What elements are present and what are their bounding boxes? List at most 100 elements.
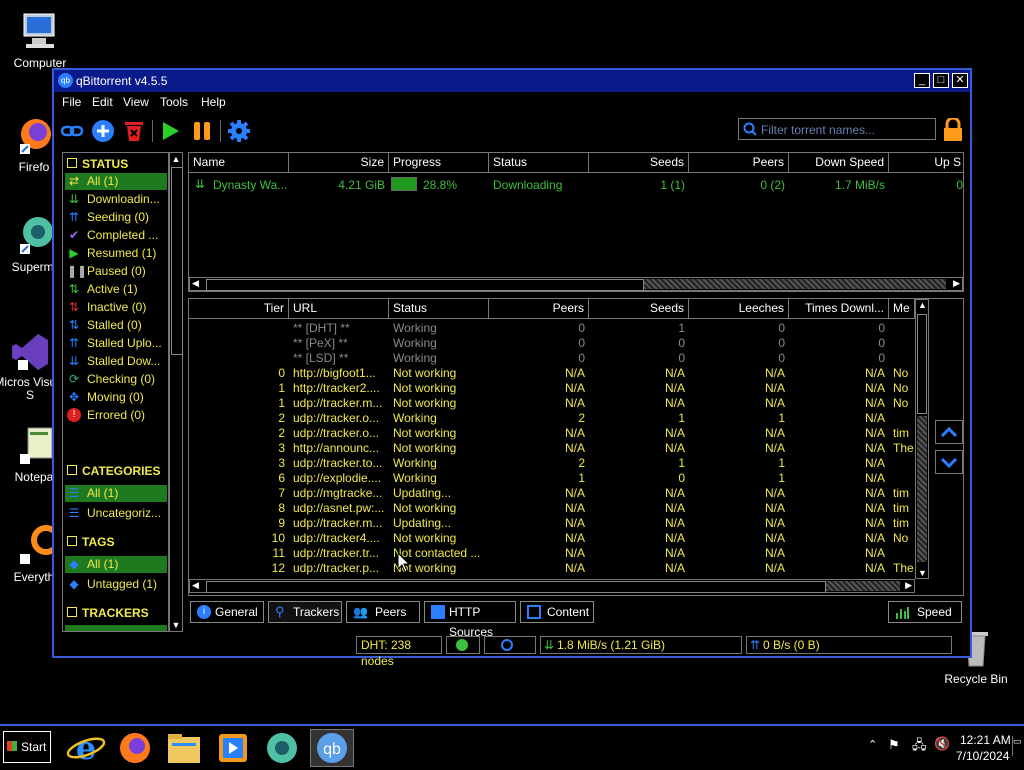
column-header-size[interactable]: Size — [289, 153, 389, 173]
connection-status[interactable] — [446, 636, 480, 654]
show-desktop-button[interactable]: ▭ — [1012, 736, 1023, 756]
menu-view[interactable]: View — [123, 95, 149, 109]
column-header-message[interactable]: Me — [889, 299, 915, 319]
status-section-header[interactable]: STATUS — [67, 157, 128, 171]
scroll-up-arrow-icon[interactable]: ▲ — [918, 300, 927, 310]
torrent-list-hscrollbar[interactable]: ◀ ▶ — [189, 277, 963, 291]
status-filter-completed[interactable]: ✔ Completed ... — [65, 227, 167, 244]
sidebar-scrollbar[interactable]: ▲ ▼ — [169, 152, 183, 632]
taskbar-internet-explorer[interactable]: e — [64, 729, 108, 767]
resume-icon[interactable] — [158, 119, 182, 143]
options-gear-icon[interactable] — [227, 119, 251, 143]
taskbar-firefox[interactable] — [113, 729, 157, 767]
status-filter-moving[interactable]: ✥ Moving (0) — [65, 389, 167, 406]
tracker-row[interactable]: ** [DHT] ** Working 0 1 0 0 — [189, 321, 915, 336]
tracker-row[interactable]: 11 udp://tracker.tr... Not contacted ... N/… — [189, 546, 915, 561]
scroll-track[interactable] — [826, 581, 900, 591]
download-speed-status[interactable]: ⇊ 1.8 MiB/s (1.21 GiB) — [540, 636, 742, 654]
scroll-right-arrow-icon[interactable]: ▶ — [905, 580, 912, 591]
maximize-button[interactable]: □ — [933, 73, 949, 88]
alt-speed-toggle[interactable] — [484, 636, 536, 654]
tab-peers[interactable]: 👥 Peers — [346, 601, 420, 623]
status-filter-all[interactable]: ⇄ All (1) — [65, 173, 167, 190]
add-link-icon[interactable] — [60, 119, 84, 143]
tracker-row[interactable]: ** [LSD] ** Working 0 0 0 0 — [189, 351, 915, 366]
lock-icon[interactable] — [942, 118, 964, 142]
tab-trackers[interactable]: ⚲ Trackers — [268, 601, 342, 623]
scroll-down-arrow-icon[interactable]: ▼ — [918, 568, 927, 578]
menu-tools[interactable]: Tools — [160, 95, 188, 109]
start-button[interactable]: Start — [3, 731, 51, 763]
tracker-row[interactable]: 1 udp://tracker.m... Not working N/A N/A N/A N… — [189, 396, 915, 411]
clock-time[interactable]: 12:21 AM — [960, 733, 1011, 747]
status-filter-stalled-downloading[interactable]: ⇊ Stalled Dow... — [65, 353, 167, 370]
network-icon[interactable]: 🖧 — [912, 736, 927, 758]
tracker-row[interactable]: 7 udp://mgtracke... Updating... N/A N/A N/A N/… — [189, 486, 915, 501]
column-header-tier[interactable]: Tier — [189, 299, 289, 319]
status-filter-errored[interactable]: ! Errored (0) — [65, 407, 167, 424]
column-header-peers[interactable]: Peers — [489, 299, 589, 319]
taskbar-file-explorer[interactable] — [162, 729, 206, 767]
tab-general[interactable]: i General — [190, 601, 264, 623]
trackers-section-header[interactable]: TRACKERS — [67, 606, 149, 620]
category-filter-uncategorized[interactable]: ☰ Uncategoriz... — [65, 505, 167, 522]
upload-speed-status[interactable]: ⇈ 0 B/s (0 B) — [746, 636, 952, 654]
tracker-row[interactable]: 3 udp://tracker.to... Working 2 1 1 N/A — [189, 456, 915, 471]
tab-speed[interactable]: Speed — [888, 601, 962, 623]
column-header-name[interactable]: Name — [189, 153, 289, 173]
column-header-peers[interactable]: Peers — [689, 153, 789, 173]
tracker-row[interactable]: 0 http://bigfoot1... Not working N/A N/A N/A N… — [189, 366, 915, 381]
torrent-row[interactable]: ⇊ Dynasty Wa... 4.21 GiB 28.8% Downloadi… — [189, 175, 963, 193]
tracker-row[interactable]: 2 udp://tracker.o... Working 2 1 1 N/A — [189, 411, 915, 426]
tag-filter-untagged[interactable]: ◆ Untagged (1) — [65, 576, 167, 593]
column-header-status[interactable]: Status — [489, 153, 589, 173]
status-filter-stalled[interactable]: ⇅ Stalled (0) — [65, 317, 167, 334]
delete-torrent-icon[interactable] — [122, 119, 146, 143]
category-filter-all[interactable]: ☰ All (1) — [65, 485, 167, 502]
filter-search-input[interactable]: Filter torrent names... — [738, 118, 936, 140]
column-header-leeches[interactable]: Leeches — [689, 299, 789, 319]
pause-icon[interactable] — [190, 119, 214, 143]
column-header-progress[interactable]: Progress — [389, 153, 489, 173]
desktop-icon-computer[interactable]: Computer — [0, 10, 80, 70]
close-button[interactable]: ✕ — [952, 73, 968, 88]
column-header-seeds[interactable]: Seeds — [589, 153, 689, 173]
move-tracker-down-button[interactable] — [935, 450, 963, 474]
status-filter-inactive[interactable]: ⇅ Inactive (0) — [65, 299, 167, 316]
tracker-row[interactable]: ** [PeX] ** Working 0 0 0 0 — [189, 336, 915, 351]
column-header-url[interactable]: URL — [289, 299, 389, 319]
tracker-row[interactable]: 9 udp://tracker.m... Updating... N/A N/A N/A N… — [189, 516, 915, 531]
tracker-row[interactable]: 8 udp://asnet.pw:... Not working N/A N/A N/A N… — [189, 501, 915, 516]
minimize-button[interactable]: _ — [914, 73, 930, 88]
action-center-flag-icon[interactable]: ⚑ — [888, 737, 900, 753]
taskbar-supermium[interactable] — [260, 729, 304, 767]
taskbar-qbittorrent[interactable]: qb — [310, 729, 354, 767]
status-filter-checking[interactable]: ⟳ Checking (0) — [65, 371, 167, 388]
tracker-row[interactable]: 6 udp://explodie.... Working 1 0 1 N/A — [189, 471, 915, 486]
title-bar[interactable]: qb qBittorrent v4.5.5 _ □ ✕ — [54, 70, 970, 92]
menu-edit[interactable]: Edit — [92, 95, 113, 109]
scroll-thumb[interactable] — [171, 167, 183, 355]
tab-http-sources[interactable]: HTTP Sources — [424, 601, 516, 639]
scroll-right-arrow-icon[interactable]: ▶ — [953, 278, 960, 289]
tags-section-header[interactable]: TAGS — [67, 535, 114, 549]
column-header-down-speed[interactable]: Down Speed — [789, 153, 889, 173]
status-filter-resumed[interactable]: ▶ Resumed (1) — [65, 245, 167, 262]
status-filter-seeding[interactable]: ⇈ Seeding (0) — [65, 209, 167, 226]
taskbar-media-player[interactable] — [211, 729, 255, 767]
tracker-row[interactable]: 2 udp://tracker.o... Not working N/A N/A N/A N… — [189, 426, 915, 441]
menu-help[interactable]: Help — [201, 95, 226, 109]
tracker-filter-partial[interactable] — [65, 625, 167, 631]
categories-section-header[interactable]: CATEGORIES — [67, 464, 160, 478]
scroll-track[interactable] — [917, 416, 927, 562]
column-header-status[interactable]: Status — [389, 299, 489, 319]
scroll-thumb[interactable] — [917, 314, 927, 414]
scroll-up-arrow-icon[interactable]: ▲ — [170, 153, 182, 165]
volume-muted-icon[interactable]: 🔇 — [934, 736, 950, 752]
trackers-vscrollbar[interactable]: ▲ ▼ — [915, 299, 929, 579]
trackers-hscrollbar[interactable]: ◀ ▶ — [189, 579, 915, 593]
menu-file[interactable]: File — [62, 95, 81, 109]
status-filter-downloading[interactable]: ⇊ Downloadin... — [65, 191, 167, 208]
status-filter-paused[interactable]: ❚❚ Paused (0) — [65, 263, 167, 280]
scroll-thumb[interactable] — [206, 581, 826, 593]
